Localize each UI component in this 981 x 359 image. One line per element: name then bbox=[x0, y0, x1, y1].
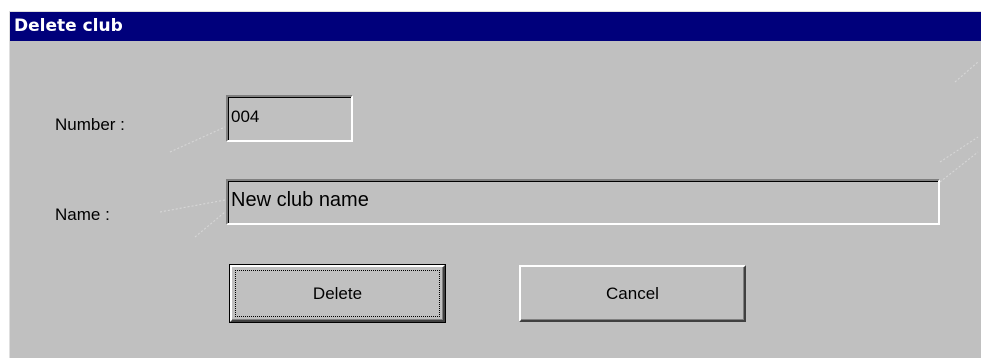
name-label: Name : bbox=[55, 205, 110, 224]
number-field: 004 bbox=[226, 95, 353, 142]
delete-button[interactable]: Delete bbox=[229, 264, 446, 323]
name-field[interactable]: New club name bbox=[226, 179, 940, 225]
delete-button-label: Delete bbox=[312, 283, 363, 303]
cancel-button-label: Cancel bbox=[606, 283, 659, 303]
number-label: Number : bbox=[55, 115, 125, 134]
cancel-button[interactable]: Cancel bbox=[519, 265, 746, 322]
delete-club-dialog: Delete club Number : 004 Name : New club… bbox=[9, 11, 981, 358]
